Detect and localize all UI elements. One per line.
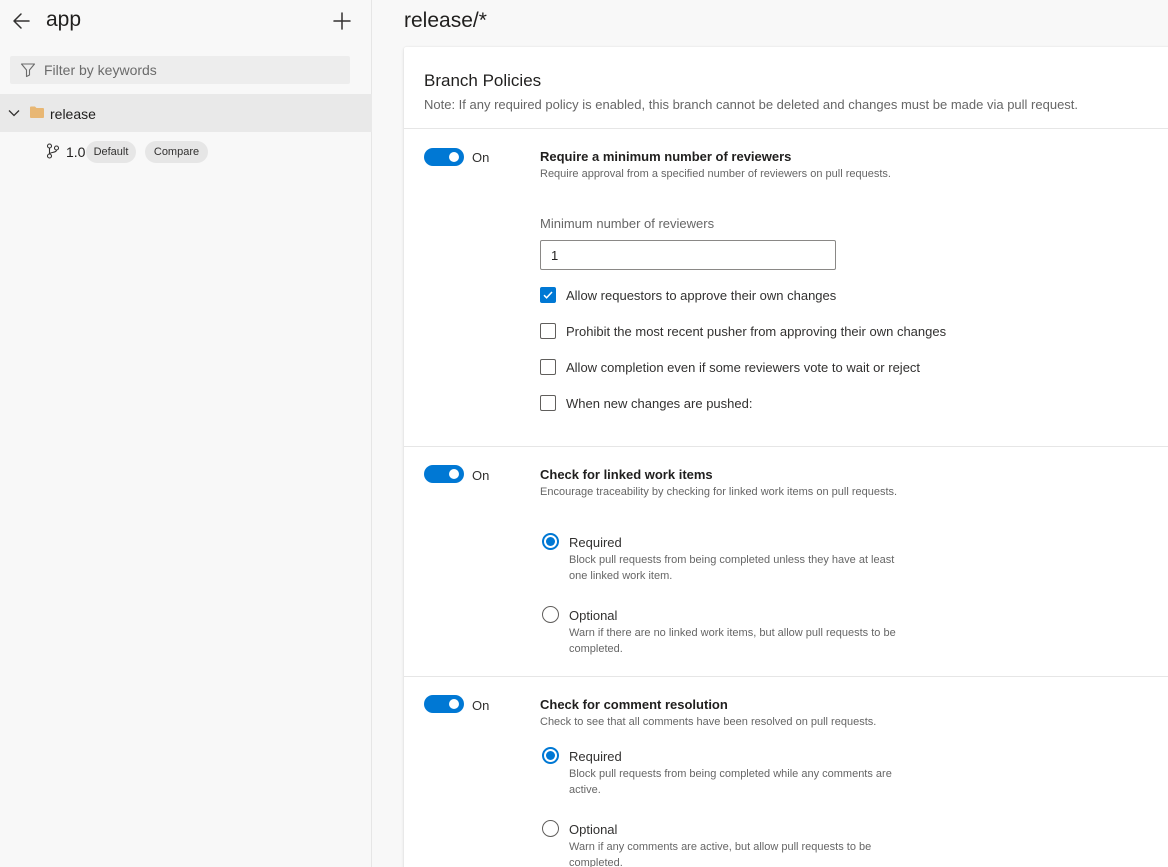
toggle-knob bbox=[449, 152, 459, 162]
work-items-optional-radio[interactable] bbox=[542, 606, 559, 623]
comment-resolution-policy-title: Check for comment resolution bbox=[540, 697, 728, 712]
filter-icon bbox=[20, 63, 36, 78]
divider bbox=[404, 676, 1168, 677]
comment-resolution-toggle[interactable] bbox=[424, 695, 464, 713]
work-items-policy-title: Check for linked work items bbox=[540, 467, 713, 482]
reviewers-toggle-label: On bbox=[472, 150, 490, 165]
allow-completion-label: Allow completion even if some reviewers … bbox=[566, 360, 921, 375]
comment-optional-radio[interactable] bbox=[542, 820, 559, 837]
arrow-left-icon bbox=[13, 13, 30, 29]
work-items-optional-label: Optional bbox=[569, 608, 618, 623]
page-title: release/* bbox=[404, 9, 487, 32]
new-changes-label: When new changes are pushed: bbox=[566, 396, 753, 411]
work-items-required-description: Block pull requests from being completed… bbox=[569, 554, 895, 582]
sidebar: app release 1.0 Default Compare bbox=[0, 0, 372, 867]
toggle-knob bbox=[449, 469, 459, 479]
divider bbox=[404, 446, 1168, 447]
branch-icon bbox=[46, 143, 60, 159]
card-title: Branch Policies bbox=[424, 71, 542, 90]
branch-policies-card: Branch Policies Note: If any required po… bbox=[404, 47, 1168, 867]
work-items-required-radio[interactable] bbox=[542, 533, 559, 550]
back-button[interactable] bbox=[10, 9, 34, 33]
add-button[interactable] bbox=[330, 9, 354, 33]
comment-resolution-toggle-label: On bbox=[472, 698, 490, 713]
card-note: Note: If any required policy is enabled,… bbox=[424, 97, 1079, 112]
tree-item-label: release bbox=[50, 106, 96, 122]
min-reviewers-label: Minimum number of reviewers bbox=[540, 216, 715, 231]
comment-required-radio[interactable] bbox=[542, 747, 559, 764]
app-title: app bbox=[46, 8, 82, 31]
new-changes-checkbox[interactable] bbox=[540, 395, 556, 411]
allow-self-approve-checkbox[interactable] bbox=[540, 287, 556, 303]
allow-completion-checkbox[interactable] bbox=[540, 359, 556, 375]
comment-optional-description: Warn if any comments are active, but all… bbox=[569, 841, 872, 867]
filter-box bbox=[10, 56, 350, 84]
allow-self-approve-label: Allow requestors to approve their own ch… bbox=[566, 288, 837, 303]
reviewers-policy-description: Require approval from a specified number… bbox=[540, 168, 891, 180]
compare-badge[interactable]: Compare bbox=[145, 141, 208, 163]
default-badge: Default bbox=[86, 141, 136, 163]
comment-required-label: Required bbox=[569, 749, 622, 764]
branch-label: 1.0 bbox=[66, 144, 86, 160]
work-items-toggle[interactable] bbox=[424, 465, 464, 483]
tree-item-release[interactable]: release bbox=[0, 94, 372, 132]
chevron-down-icon[interactable] bbox=[8, 107, 20, 119]
work-items-optional-description: Warn if there are no linked work items, … bbox=[569, 627, 896, 655]
work-items-required-label: Required bbox=[569, 535, 622, 550]
toggle-knob bbox=[449, 699, 459, 709]
tree-item-branch[interactable]: 1.0 Default Compare bbox=[0, 140, 372, 164]
reviewers-policy-title: Require a minimum number of reviewers bbox=[540, 149, 792, 164]
reviewers-toggle[interactable] bbox=[424, 148, 464, 166]
comment-required-description: Block pull requests from being completed… bbox=[569, 768, 892, 796]
filter-input[interactable] bbox=[44, 56, 344, 84]
comment-resolution-policy-description: Check to see that all comments have been… bbox=[540, 716, 877, 728]
work-items-policy-description: Encourage traceability by checking for l… bbox=[540, 486, 898, 498]
sidebar-header: app bbox=[0, 0, 372, 44]
min-reviewers-input[interactable] bbox=[540, 240, 836, 270]
work-items-toggle-label: On bbox=[472, 468, 490, 483]
checkmark-icon bbox=[543, 291, 553, 299]
plus-icon bbox=[333, 12, 351, 30]
folder-icon bbox=[30, 106, 44, 118]
comment-optional-label: Optional bbox=[569, 822, 618, 837]
prohibit-pusher-label: Prohibit the most recent pusher from app… bbox=[566, 324, 947, 339]
prohibit-pusher-checkbox[interactable] bbox=[540, 323, 556, 339]
divider bbox=[404, 128, 1168, 129]
